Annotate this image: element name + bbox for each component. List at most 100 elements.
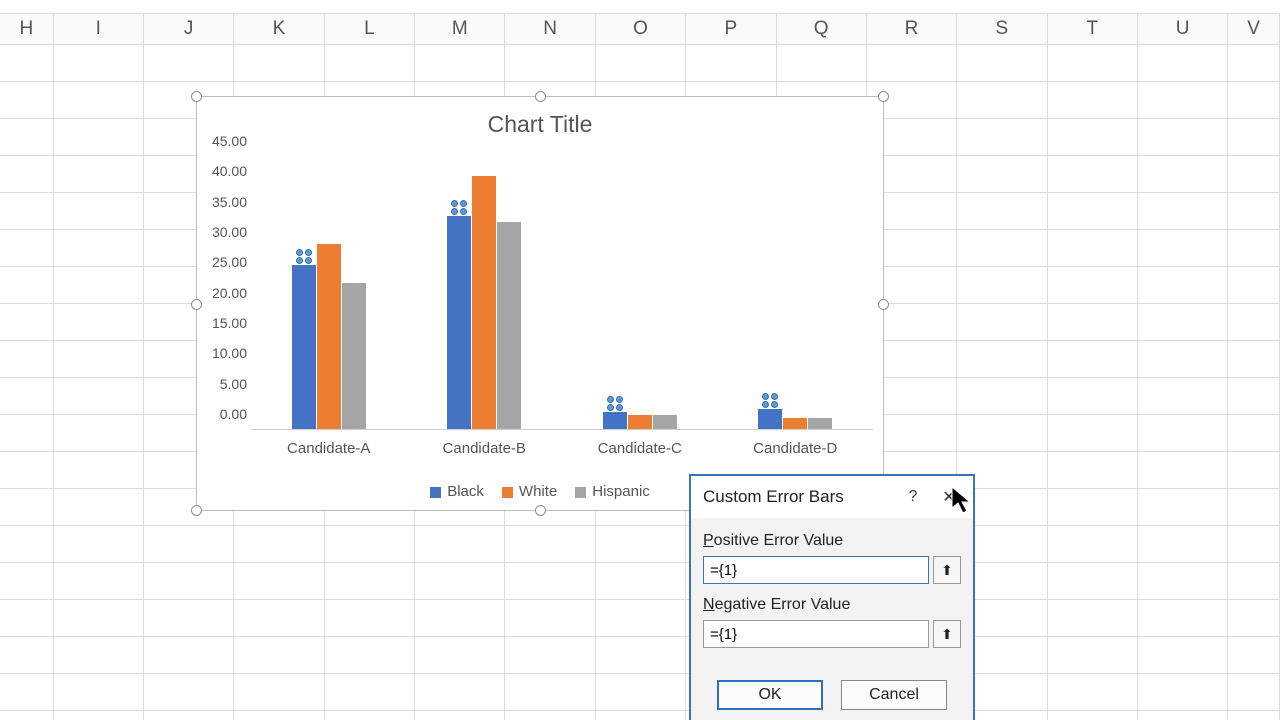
chart-object[interactable]: Chart Title 0.005.0010.0015.0020.0025.00…: [196, 96, 884, 511]
selection-handle[interactable]: [535, 505, 546, 516]
cell[interactable]: [0, 711, 54, 720]
cell[interactable]: [596, 563, 686, 600]
cell[interactable]: [1138, 156, 1228, 193]
cell[interactable]: [54, 600, 144, 637]
cell[interactable]: [415, 526, 505, 563]
cell[interactable]: [1138, 563, 1228, 600]
cell[interactable]: [54, 45, 144, 82]
column-header[interactable]: V: [1228, 14, 1280, 44]
cell[interactable]: [957, 119, 1047, 156]
cell[interactable]: [1138, 193, 1228, 230]
cell[interactable]: [144, 711, 234, 720]
column-header[interactable]: H: [0, 14, 54, 44]
cell[interactable]: [957, 267, 1047, 304]
cell[interactable]: [1048, 341, 1138, 378]
cell[interactable]: [1048, 119, 1138, 156]
column-header[interactable]: P: [686, 14, 776, 44]
cell[interactable]: [1138, 600, 1228, 637]
column-header[interactable]: J: [144, 14, 234, 44]
legend-item[interactable]: White: [502, 483, 557, 500]
cell[interactable]: [0, 230, 54, 267]
cell[interactable]: [325, 45, 415, 82]
column-header[interactable]: L: [325, 14, 415, 44]
cell[interactable]: [54, 674, 144, 711]
cancel-button[interactable]: Cancel: [841, 680, 947, 710]
cell[interactable]: [415, 45, 505, 82]
dialog-help-button[interactable]: ?: [895, 484, 931, 510]
cell[interactable]: [415, 637, 505, 674]
cell[interactable]: [1228, 304, 1280, 341]
cell[interactable]: [1228, 711, 1280, 720]
plot-area[interactable]: 0.005.0010.0015.0020.0025.0030.0035.0040…: [251, 157, 873, 430]
cell[interactable]: [1048, 156, 1138, 193]
cell[interactable]: [1228, 193, 1280, 230]
selection-handle[interactable]: [878, 91, 889, 102]
cell[interactable]: [1228, 341, 1280, 378]
chart-bar[interactable]: [342, 283, 366, 430]
cell[interactable]: [0, 489, 54, 526]
cell[interactable]: [957, 304, 1047, 341]
cell[interactable]: [415, 600, 505, 637]
cell[interactable]: [505, 711, 595, 720]
cell[interactable]: [1228, 489, 1280, 526]
cell[interactable]: [596, 45, 686, 82]
negative-range-selector-button[interactable]: ⬆: [933, 620, 961, 648]
cell[interactable]: [234, 526, 324, 563]
cell[interactable]: [957, 415, 1047, 452]
cell[interactable]: [1048, 674, 1138, 711]
cell[interactable]: [1228, 415, 1280, 452]
cell[interactable]: [0, 378, 54, 415]
chart-bar[interactable]: [603, 412, 627, 430]
column-header[interactable]: O: [596, 14, 686, 44]
cell[interactable]: [1138, 119, 1228, 156]
cell[interactable]: [325, 600, 415, 637]
cell[interactable]: [1228, 378, 1280, 415]
cell[interactable]: [54, 267, 144, 304]
cell[interactable]: [957, 45, 1047, 82]
cell[interactable]: [1138, 341, 1228, 378]
cell[interactable]: [957, 378, 1047, 415]
cell[interactable]: [0, 45, 54, 82]
cell[interactable]: [1138, 415, 1228, 452]
cell[interactable]: [144, 674, 234, 711]
chart-bar[interactable]: [317, 244, 341, 430]
cell[interactable]: [1048, 600, 1138, 637]
column-header[interactable]: N: [505, 14, 595, 44]
cell[interactable]: [1228, 230, 1280, 267]
cell[interactable]: [1048, 82, 1138, 119]
negative-error-input[interactable]: [703, 620, 929, 648]
column-header[interactable]: S: [957, 14, 1047, 44]
cell[interactable]: [1228, 600, 1280, 637]
cell[interactable]: [234, 600, 324, 637]
cell[interactable]: [0, 193, 54, 230]
legend-item[interactable]: Black: [430, 483, 484, 500]
cell[interactable]: [144, 45, 234, 82]
column-header[interactable]: U: [1138, 14, 1228, 44]
cell[interactable]: [1048, 637, 1138, 674]
cell[interactable]: [1138, 82, 1228, 119]
selection-handle[interactable]: [878, 299, 889, 310]
chart-bar[interactable]: [758, 409, 782, 430]
cell[interactable]: [777, 45, 867, 82]
cell[interactable]: [325, 637, 415, 674]
cell[interactable]: [415, 711, 505, 720]
cell[interactable]: [325, 563, 415, 600]
column-header[interactable]: I: [54, 14, 144, 44]
selection-handle[interactable]: [191, 91, 202, 102]
cell[interactable]: [957, 341, 1047, 378]
cell[interactable]: [1048, 711, 1138, 720]
cell[interactable]: [0, 600, 54, 637]
cell[interactable]: [686, 45, 776, 82]
cell[interactable]: [1048, 267, 1138, 304]
dialog-titlebar[interactable]: Custom Error Bars ? ✕: [691, 476, 973, 518]
column-header[interactable]: Q: [777, 14, 867, 44]
cell[interactable]: [1048, 230, 1138, 267]
cell[interactable]: [234, 711, 324, 720]
cell[interactable]: [505, 674, 595, 711]
cell[interactable]: [1138, 230, 1228, 267]
cell[interactable]: [1138, 711, 1228, 720]
cell[interactable]: [325, 711, 415, 720]
cell[interactable]: [1228, 526, 1280, 563]
cell[interactable]: [596, 674, 686, 711]
cell[interactable]: [1048, 563, 1138, 600]
